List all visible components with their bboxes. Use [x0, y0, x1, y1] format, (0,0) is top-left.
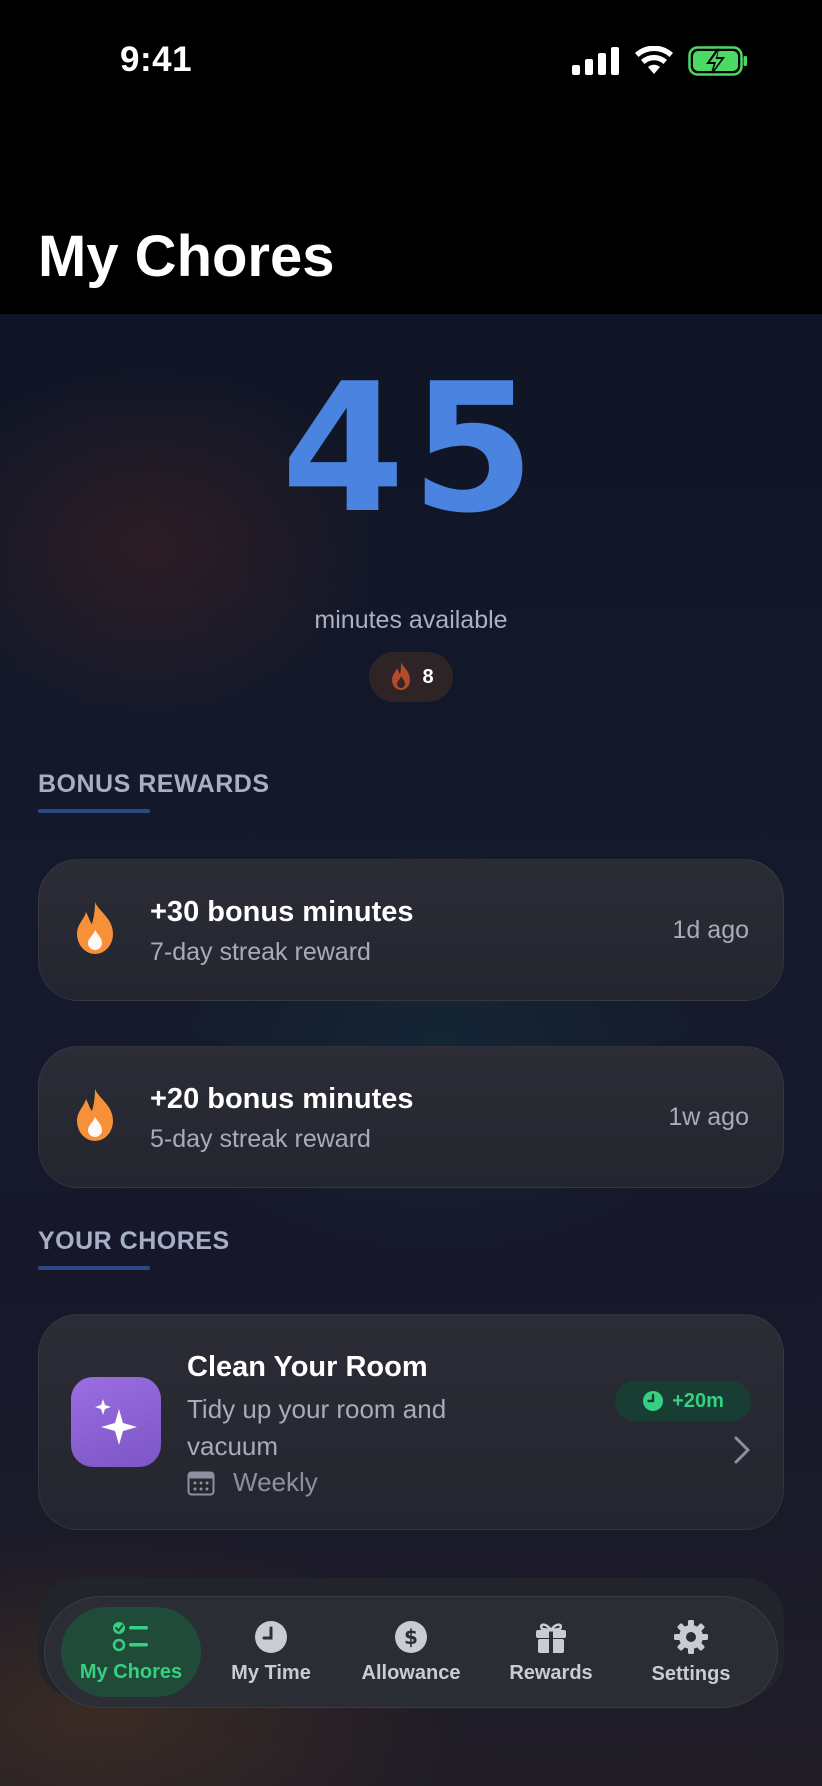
wifi-icon — [635, 46, 673, 74]
gear-icon — [674, 1619, 708, 1654]
bonus-rewards-heading: BONUS REWARDS — [38, 770, 270, 798]
streak-badge[interactable]: 8 — [369, 652, 453, 702]
chore-icon-tile — [71, 1377, 161, 1467]
chore-card[interactable]: Clean Your Room Tidy up your room and va… — [38, 1314, 784, 1530]
minutes-available-label: minutes available — [314, 606, 508, 634]
bonus-reward-card[interactable]: +30 bonus minutes 7-day streak reward 1d… — [38, 859, 784, 1001]
tab-label: Allowance — [361, 1661, 461, 1684]
chore-title: Clean Your Room — [187, 1351, 428, 1383]
battery-charging-icon — [688, 46, 747, 76]
streak-count: 8 — [422, 665, 434, 688]
bonus-subtitle: 5-day streak reward — [150, 1125, 371, 1153]
bonus-timestamp: 1d ago — [672, 916, 749, 944]
status-bar: 9:41 — [0, 0, 822, 120]
chore-reward-value: +20m — [672, 1389, 724, 1412]
tab-label: My Time — [231, 1661, 311, 1684]
your-chores-underline — [38, 1266, 150, 1270]
dollar-icon: $ — [395, 1620, 427, 1653]
svg-text:$: $ — [404, 1625, 418, 1649]
tab-rewards[interactable]: Rewards — [481, 1607, 621, 1697]
chore-reward-badge: +20m — [615, 1381, 751, 1421]
page-title: My Chores — [38, 224, 335, 289]
clock-icon — [643, 1391, 664, 1411]
tab-my-time[interactable]: My Time — [201, 1607, 341, 1697]
flame-icon — [77, 1089, 113, 1141]
bonus-rewards-underline — [38, 809, 150, 813]
tab-settings[interactable]: Settings — [621, 1607, 761, 1697]
tab-my-chores[interactable]: My Chores — [61, 1607, 201, 1697]
tab-label: Settings — [651, 1662, 731, 1685]
chore-description: Tidy up your room and vacuum — [187, 1394, 447, 1461]
checklist-icon — [112, 1621, 148, 1651]
gift-icon — [536, 1622, 566, 1653]
flame-icon — [77, 902, 113, 954]
clock-icon — [255, 1620, 287, 1653]
bonus-reward-card[interactable]: +20 bonus minutes 5-day streak reward 1w… — [38, 1046, 784, 1188]
cellular-signal-icon — [572, 47, 619, 75]
status-time: 9:41 — [120, 40, 193, 79]
your-chores-heading: YOUR CHORES — [38, 1227, 230, 1255]
bonus-title: +20 bonus minutes — [150, 1083, 414, 1115]
bonus-timestamp: 1w ago — [668, 1103, 749, 1131]
tab-bar: My Chores My Time $ Allowance Rewards Se… — [44, 1596, 778, 1708]
chevron-right-icon[interactable] — [733, 1435, 751, 1465]
main-content: 45 minutes available 8 BONUS REWARDS +30… — [0, 314, 822, 1786]
header: My Chores — [0, 120, 822, 314]
tab-label: My Chores — [79, 1660, 183, 1683]
chore-frequency: Weekly — [187, 1467, 318, 1498]
tab-label: Rewards — [509, 1661, 593, 1684]
status-icons — [572, 46, 748, 76]
tab-allowance[interactable]: $ Allowance — [341, 1607, 481, 1697]
chore-frequency-label: Weekly — [233, 1467, 318, 1497]
bonus-title: +30 bonus minutes — [150, 896, 414, 928]
flame-icon — [392, 662, 411, 690]
minutes-available-value: 45 — [281, 345, 541, 552]
bonus-subtitle: 7-day streak reward — [150, 938, 371, 966]
sparkles-icon — [95, 1399, 137, 1445]
calendar-icon — [187, 1471, 215, 1495]
